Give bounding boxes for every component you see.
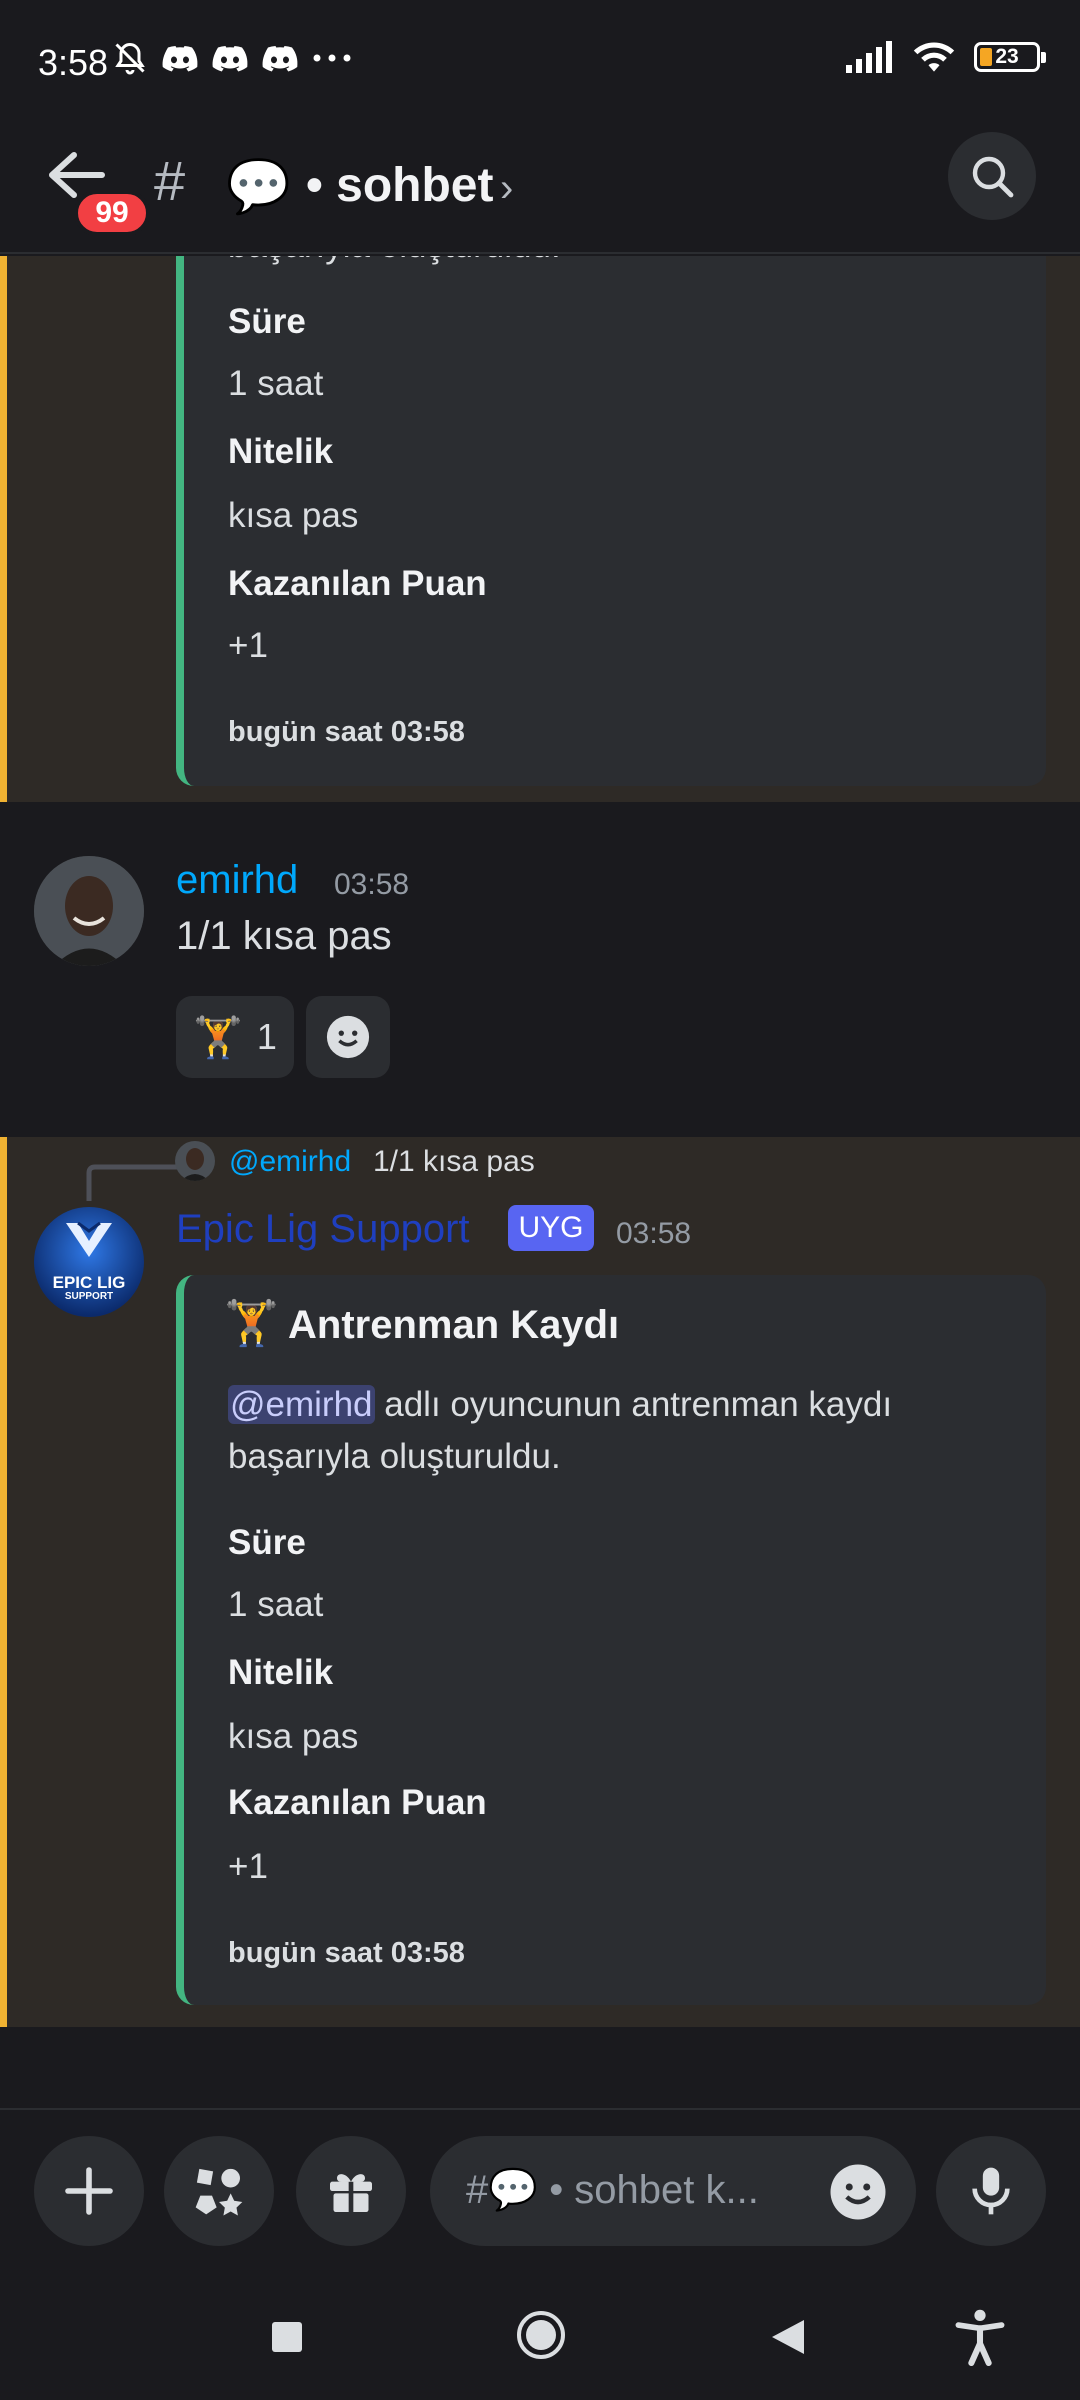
more-dots-icon [313, 54, 351, 62]
gift-button[interactable] [296, 2136, 406, 2246]
embed-title-emoji: 🏋️ [224, 1299, 279, 1348]
embed-field-name: Nitelik [228, 1653, 334, 1692]
status-bar: 3:58 23 [0, 0, 1080, 128]
placeholder-text: • sohbet k... [549, 2168, 759, 2212]
placeholder-emoji: 💬 [488, 2168, 539, 2212]
wifi-icon [913, 42, 955, 72]
smiley-icon [830, 2164, 886, 2220]
message-highlighted: başarıyla oluşturuldu. Süre 1 saat Nitel… [0, 256, 1080, 802]
search-button[interactable] [948, 132, 1036, 220]
system-nav-bar [0, 2278, 1080, 2400]
gift-icon [330, 2174, 372, 2212]
message-highlighted: @emirhd 1/1 kısa pas EPIC LIG SUPPORT Ep… [0, 1137, 1080, 2027]
embed-field-name: Nitelik [228, 432, 334, 471]
add-reaction-button[interactable] [306, 996, 390, 1078]
embed-description-line1: adlı oyuncunun antrenman kaydı [374, 1385, 893, 1424]
username[interactable]: emirhd [176, 858, 298, 903]
search-icon [972, 156, 1014, 198]
battery-indicator: 23 [974, 42, 1046, 72]
user-photo-icon [34, 856, 144, 966]
discord-icon [262, 46, 298, 72]
embed-footer: bugün saat 03:58 [228, 1937, 465, 1969]
channel-emoji: 💬 [226, 158, 291, 216]
embed-description-line2: başarıyla oluşturuldu. [228, 1437, 561, 1476]
embed-field-value: +1 [228, 1847, 268, 1886]
reply-mention[interactable]: @emirhd [229, 1145, 351, 1179]
embed-field-value: kısa pas [228, 1717, 359, 1756]
chevron-right-icon[interactable]: › [500, 166, 513, 211]
embed-field-name: Kazanılan Puan [228, 564, 487, 603]
embed-description: @emirhd adlı oyuncunun antrenman kaydı b… [228, 1379, 1028, 1483]
voice-message-button[interactable] [936, 2136, 1046, 2246]
plus-icon [65, 2167, 113, 2215]
reaction-emoji: 🏋️ [193, 1015, 243, 1060]
reaction-chip[interactable]: 🏋️ 1 [176, 996, 294, 1078]
embed-description: başarıyla oluşturuldu. [228, 256, 561, 266]
bot-avatar[interactable]: EPIC LIG SUPPORT [34, 1207, 144, 1317]
apps-button[interactable] [164, 2136, 274, 2246]
epic-lig-logo-icon [66, 1221, 112, 1257]
smiley-icon [326, 1015, 370, 1059]
system-status-icons: 23 [846, 40, 1046, 74]
accessibility-icon[interactable] [954, 2308, 1006, 2366]
embed-card: başarıyla oluşturuldu. Süre 1 saat Nitel… [176, 256, 1046, 786]
embed-footer: bugün saat 03:58 [228, 716, 465, 748]
embed-field-value: 1 saat [228, 364, 324, 403]
home-icon[interactable] [516, 2310, 566, 2360]
embed-field-value: kısa pas [228, 496, 359, 535]
embed-field-value: +1 [228, 626, 268, 665]
reply-connector [86, 1164, 183, 1201]
logo-subtext: SUPPORT [64, 1291, 114, 1302]
user-mention[interactable]: @emirhd [228, 1385, 375, 1424]
message-input[interactable]: #💬 • sohbet k... [430, 2136, 916, 2246]
bell-off-icon [115, 42, 145, 75]
channel-header: 99 # 💬 • sohbet › [0, 128, 1080, 254]
signal-icon [846, 41, 892, 73]
status-time: 3:58 [38, 42, 109, 83]
message-placeholder: #💬 • sohbet k... [466, 2166, 759, 2213]
notification-icons [112, 40, 352, 76]
discord-icon [162, 46, 198, 72]
embed-field-value: 1 saat [228, 1585, 324, 1624]
microphone-icon [972, 2167, 1010, 2215]
avatar[interactable] [34, 856, 144, 966]
bot-username[interactable]: Epic Lig Support [176, 1207, 470, 1252]
message-text: 1/1 kısa pas [176, 914, 392, 958]
embed-field-name: Kazanılan Puan [228, 1783, 487, 1822]
embed-card: 🏋️ Antrenman Kaydı @emirhd adlı oyuncunu… [176, 1275, 1046, 2005]
reply-text: 1/1 kısa pas [373, 1145, 535, 1178]
logo-text: EPIC LIG [52, 1273, 126, 1292]
app-tag: UYG [508, 1205, 594, 1251]
hash-icon: # [154, 149, 186, 212]
emoji-button[interactable] [828, 2162, 888, 2222]
add-attachment-button[interactable] [34, 2136, 144, 2246]
battery-level: 23 [995, 45, 1019, 68]
message-user[interactable]: emirhd 03:58 1/1 kısa pas 🏋️ 1 [0, 802, 1080, 1137]
back-nav-icon[interactable] [770, 2318, 806, 2356]
embed-field-name: Süre [228, 1523, 306, 1562]
apps-icon [195, 2168, 243, 2216]
embed-title: Antrenman Kaydı [288, 1303, 620, 1347]
embed-field-name: Süre [228, 302, 306, 341]
channel-name[interactable]: • sohbet [306, 158, 493, 213]
message-list[interactable]: başarıyla oluşturuldu. Süre 1 saat Nitel… [0, 256, 1080, 2108]
discord-icon [212, 46, 248, 72]
reply-avatar [175, 1141, 215, 1181]
unread-badge: 99 [74, 190, 150, 236]
timestamp: 03:58 [334, 868, 410, 901]
recents-icon[interactable] [270, 2320, 304, 2354]
composer-bar: #💬 • sohbet k... [0, 2108, 1080, 2278]
placeholder-hash: # [466, 2168, 489, 2212]
timestamp: 03:58 [616, 1217, 692, 1250]
reaction-count: 1 [256, 1016, 277, 1057]
